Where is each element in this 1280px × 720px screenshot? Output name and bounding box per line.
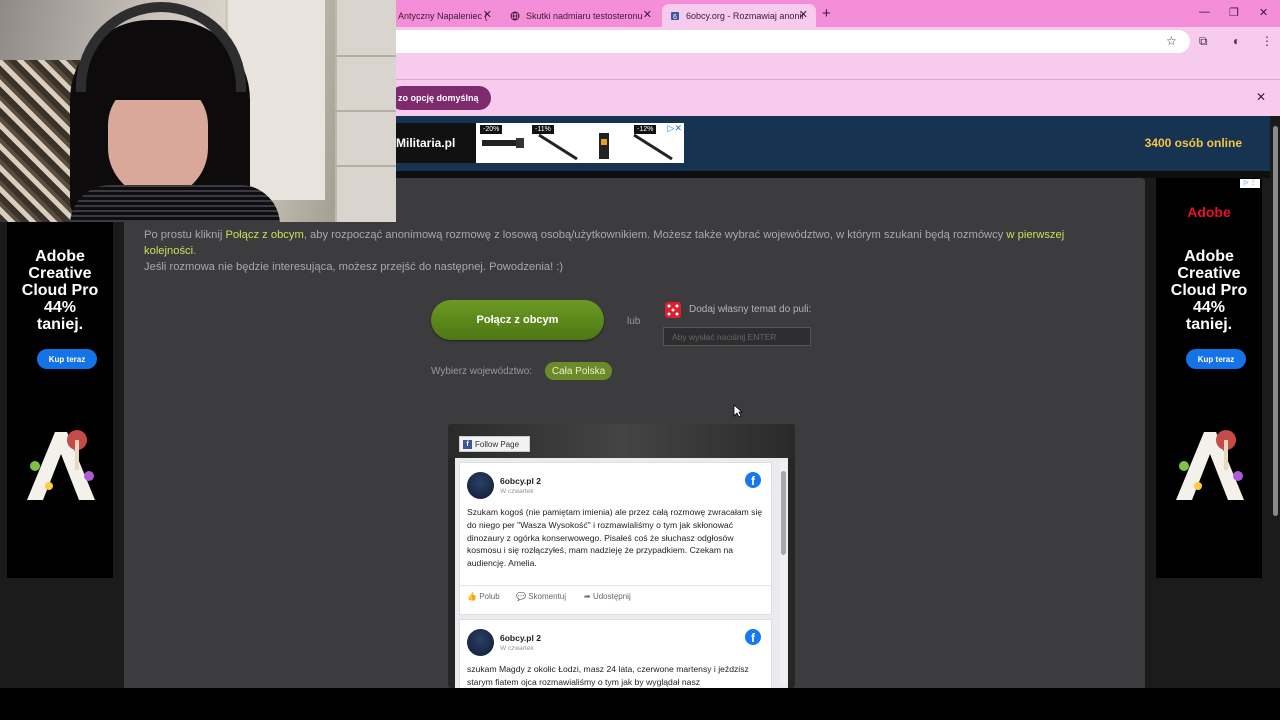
person-body: [70, 185, 280, 222]
fb-post: 6obcy.pl 2 W czwartek f szukam Magdy z o…: [459, 619, 772, 688]
baton-icon: [538, 133, 578, 161]
ad-text: Adobe Creative Cloud Pro 44% taniej.: [21, 248, 99, 333]
avatar[interactable]: [467, 629, 494, 656]
intro-text: Po prostu kliknij Połącz z obcym, aby ro…: [144, 229, 1065, 273]
connect-link[interactable]: Połącz z obcym: [225, 229, 303, 241]
maximize-icon[interactable]: ❐: [1229, 6, 1239, 19]
tab-close-icon[interactable]: ✕: [799, 8, 808, 21]
set-default-button[interactable]: zo opcję domyślną: [390, 86, 491, 110]
fb-page-name[interactable]: 6obcy.pl 2: [500, 476, 541, 486]
ad-buy-button[interactable]: Kup teraz: [37, 349, 97, 369]
like-button[interactable]: 👍 Polub: [467, 592, 500, 601]
plus-icon[interactable]: +: [822, 5, 831, 22]
fb-page-name[interactable]: 6obcy.pl 2: [500, 633, 541, 643]
avatar[interactable]: [467, 472, 494, 499]
fb-post-time[interactable]: W czwartek: [500, 488, 534, 495]
facebook-widget: f Follow Page 6obcy.pl 2 W czwartek f Sz…: [448, 424, 795, 688]
region-select[interactable]: Cała Polska: [545, 362, 612, 380]
star-icon[interactable]: ☆: [1166, 34, 1177, 48]
address-bar[interactable]: [396, 30, 1190, 53]
spray-icon: [599, 133, 609, 159]
tab-title: 6obcy.org - Rozmawiaj anonim: [686, 10, 804, 21]
follow-page-button[interactable]: f Follow Page: [459, 436, 530, 452]
mouse-cursor-icon: [733, 404, 743, 418]
flashlight-icon: [482, 138, 524, 148]
or-label: lub: [627, 316, 641, 327]
extensions-icon[interactable]: ⧉: [1199, 34, 1208, 49]
fb-post-text: szukam Magdy z okolic Łodzi, masz 24 lat…: [467, 664, 749, 687]
adchoices-icon[interactable]: ▷ ⋮: [1240, 179, 1260, 188]
headphones: [76, 2, 246, 92]
close-icon[interactable]: ✕: [1259, 6, 1268, 19]
screen: { "browser": { "tabs": [ {"title": "Anty…: [0, 0, 1280, 720]
banner-ad[interactable]: Militaria.pl -20% -11% -12% ▷✕: [390, 123, 684, 163]
adchoices-icon[interactable]: ▷✕: [668, 123, 682, 134]
page-icon: 6: [670, 11, 680, 21]
close-icon[interactable]: ✕: [1256, 90, 1266, 104]
scrollbar-thumb[interactable]: [781, 471, 786, 555]
tab-close-icon[interactable]: ✕: [643, 8, 652, 21]
topic-input[interactable]: [663, 327, 811, 346]
tab-close-icon[interactable]: ✕: [483, 8, 492, 21]
baton-icon: [633, 133, 673, 161]
svg-text:6: 6: [673, 14, 677, 21]
connect-button[interactable]: Połącz z obcym: [431, 300, 604, 340]
facebook-feed[interactable]: 6obcy.pl 2 W czwartek f Szukam kogoś (ni…: [455, 458, 788, 688]
side-ad-right[interactable]: ▷ ⋮ Adobe Adobe Creative Cloud Pro 44% t…: [1156, 178, 1262, 578]
scrollbar-thumb[interactable]: [1273, 126, 1278, 516]
region-label: Wybierz województwo:: [431, 366, 533, 377]
fb-post: 6obcy.pl 2 W czwartek f Szukam kogoś (ni…: [459, 462, 773, 615]
dice-icon[interactable]: [664, 301, 682, 319]
online-count: 3400 osób online: [1144, 136, 1242, 150]
fb-actions: 👍 Polub 💬 Skomentuj ➦ Udostępnij: [460, 585, 773, 607]
facebook-icon[interactable]: f: [745, 472, 761, 488]
globe-icon: [510, 11, 520, 21]
adobe-art-icon: [27, 430, 95, 500]
fb-post-text: Szukam kogoś (nie pamiętam imienia) ale …: [467, 507, 763, 569]
share-button[interactable]: ➦ Udostępnij: [584, 592, 631, 601]
tab-title: Antyczny Napaleniec (: [398, 10, 488, 21]
side-ad-left[interactable]: Adobe Creative Cloud Pro 44% taniej. Kup…: [7, 222, 113, 578]
webcam-overlay: [0, 0, 396, 222]
adobe-art-icon: [1176, 430, 1244, 500]
menu-icon[interactable]: ⋮: [1261, 34, 1273, 48]
ad-buy-button[interactable]: Kup teraz: [1186, 349, 1246, 369]
profile-icon[interactable]: ◐: [1233, 34, 1240, 48]
page-scrollbar[interactable]: [1270, 116, 1280, 688]
feed-scrollbar[interactable]: [780, 461, 787, 685]
tab-skutki[interactable]: Skutki nadmiaru testosteronu ✕: [502, 4, 660, 27]
tab-antyczny[interactable]: Antyczny Napaleniec ( ✕: [390, 4, 500, 27]
ad-brand: Militaria.pl: [390, 123, 476, 163]
minimize-icon[interactable]: —: [1199, 6, 1210, 18]
comment-button[interactable]: 💬 Skomentuj: [516, 592, 566, 601]
topic-label: Dodaj własny temat do puli:: [689, 304, 812, 315]
fb-post-time[interactable]: W czwartek: [500, 645, 534, 652]
tab-6obcy[interactable]: 6 6obcy.org - Rozmawiaj anonim ✕: [662, 4, 816, 27]
ad-text: Adobe Creative Cloud Pro 44% taniej.: [1170, 248, 1248, 333]
adobe-logo: Adobe: [1187, 204, 1231, 220]
facebook-icon[interactable]: f: [745, 629, 761, 645]
bottom-bar: [0, 688, 1280, 720]
tab-title: Skutki nadmiaru testosteronu: [526, 10, 643, 21]
facebook-icon: f: [463, 439, 472, 449]
